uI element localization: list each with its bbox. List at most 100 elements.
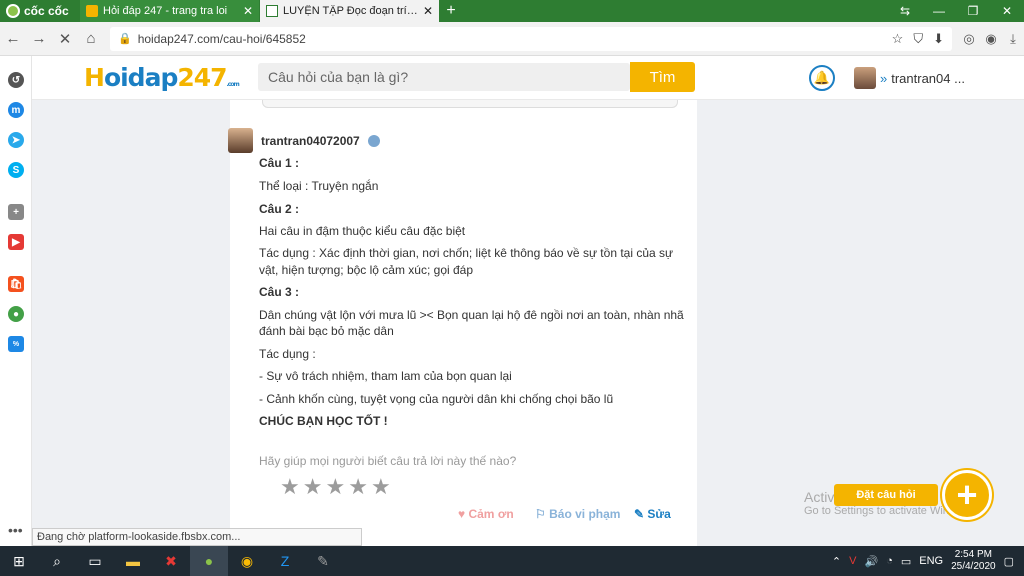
page-favicon-icon <box>266 5 278 17</box>
star-icon[interactable]: ★ <box>371 476 391 498</box>
tab-luyen-tap[interactable]: LUYỆN TẬP Đọc đoạn trích sa ✕ <box>260 0 440 22</box>
previous-comment-box <box>262 100 678 108</box>
home-icon[interactable]: ⌂ <box>78 30 104 47</box>
coccoc-icon[interactable]: ● <box>8 306 24 322</box>
answer-line: Dân chúng vật lộn với mưa lũ >< Bọn quan… <box>259 308 684 322</box>
download-site-icon[interactable]: ⬇ <box>933 31 944 47</box>
notification-bell-icon[interactable]: 🔔 <box>809 65 835 91</box>
chevron-up-icon[interactable]: ⌃ <box>832 555 841 568</box>
back-icon[interactable]: ← <box>0 30 26 47</box>
app-icon[interactable]: ✖ <box>152 546 190 576</box>
search-input[interactable]: Câu hỏi của bạn là gì? <box>258 63 630 91</box>
volume-icon[interactable]: 🔊 <box>864 555 878 568</box>
chrome-icon[interactable]: ◉ <box>228 546 266 576</box>
coccoc-menu-button[interactable]: cốc cốc <box>0 0 80 22</box>
coccoc-logo-icon <box>6 4 20 18</box>
shopping-icon[interactable]: 🛍 <box>8 276 24 292</box>
url-field[interactable]: 🔒 hoidap247.com/cau-hoi/645852 ☆ ⛉ ⬇ <box>110 26 952 51</box>
avatar <box>854 67 876 89</box>
paint-icon[interactable]: ✎ <box>304 546 342 576</box>
new-tab-button[interactable]: + <box>440 0 462 22</box>
site-logo[interactable]: Hoidap247.com <box>84 63 240 92</box>
star-icon[interactable]: ★ <box>303 476 323 498</box>
search-button[interactable]: Tìm <box>630 62 695 92</box>
minimize-icon[interactable]: — <box>922 0 956 22</box>
report-button[interactable]: ⚐ Báo vi phạm <box>535 507 620 521</box>
browser-brand: cốc cốc <box>24 4 69 18</box>
search-icon[interactable]: ⌕ <box>38 546 76 576</box>
answer-line: vật, hiện tượng; bộc lộ cảm xúc; gọi đáp <box>259 263 474 277</box>
more-icon[interactable]: ••• <box>8 522 23 538</box>
youtube-icon[interactable]: ▶ <box>8 234 24 250</box>
answer-line: Hai câu in đậm thuộc kiểu câu đặc biệt <box>259 224 466 238</box>
answer-line: Thể loại : Truyện ngắn <box>259 179 379 193</box>
telegram-icon[interactable]: ➤ <box>8 132 24 148</box>
skype-icon[interactable]: S <box>8 162 24 178</box>
downloads-icon[interactable]: ⤓ <box>1002 31 1024 47</box>
clock[interactable]: 2:54 PM 25/4/2020 <box>951 549 996 573</box>
extension-icon[interactable]: ◎ <box>958 31 980 47</box>
flag-icon: ⚐ <box>535 507 546 521</box>
tab-list-icon[interactable]: ⇆ <box>888 0 922 22</box>
input-language[interactable]: ENG <box>919 555 943 567</box>
heart-icon: ♥ <box>458 507 466 521</box>
file-explorer-icon[interactable]: ▬ <box>114 546 152 576</box>
bookmark-star-icon[interactable]: ☆ <box>892 31 904 47</box>
answer-line: CHÚC BẠN HỌC TỐT ! <box>259 414 388 428</box>
stop-loading-icon[interactable]: ✕ <box>52 30 78 48</box>
notifications-icon[interactable]: ▢ <box>1004 555 1014 568</box>
author-name[interactable]: trantran04072007 <box>261 134 360 148</box>
answer-line: đánh bài bạc bỏ mặc dân <box>259 324 394 338</box>
shield-icon[interactable]: ⛉ <box>913 31 923 47</box>
answer-line: - Cảnh khốn cùng, tuyệt vọng của người d… <box>259 392 614 406</box>
lock-icon: 🔒 <box>118 33 132 45</box>
avatar[interactable] <box>228 128 253 153</box>
hoidap-favicon-icon <box>86 5 98 17</box>
forward-icon[interactable]: → <box>26 30 52 47</box>
ask-question-button[interactable]: + <box>942 470 992 520</box>
windows-taskbar: ⊞ ⌕ ▭ ▬ ✖ ● ◉ Z ✎ ⌃ V 🔊 ◔ ▭ ENG 2:54 PM … <box>0 546 1024 576</box>
url-text: hoidap247.com/cau-hoi/645852 <box>137 31 306 46</box>
search-placeholder: Câu hỏi của bạn là gì? <box>268 69 409 85</box>
star-icon[interactable]: ★ <box>325 476 345 498</box>
star-icon[interactable]: ★ <box>348 476 368 498</box>
site-header: Hoidap247.com Câu hỏi của bạn là gì? Tìm… <box>32 56 1024 100</box>
close-tab-icon[interactable]: ✕ <box>423 4 433 18</box>
browser-status-bar: Đang chờ platform-lookaside.fbsbx.com... <box>32 528 362 546</box>
answer-author: trantran04072007 <box>228 128 380 153</box>
close-window-icon[interactable]: ✕ <box>990 0 1024 22</box>
answer-line: Tác dụng : Xác định thời gian, nơi chốn;… <box>259 246 674 260</box>
tab-hoidap[interactable]: Hỏi đáp 247 - trang tra loi ✕ <box>80 0 260 22</box>
coccoc-taskbar-icon[interactable]: ● <box>190 546 228 576</box>
tab-title: LUYỆN TẬP Đọc đoạn trích sa <box>283 5 418 17</box>
task-view-icon[interactable]: ▭ <box>76 546 114 576</box>
rating-stars[interactable]: ★ ★ ★ ★ ★ <box>280 476 391 498</box>
windows-start-icon[interactable]: ⊞ <box>0 546 38 576</box>
discount-icon[interactable]: % <box>8 336 24 352</box>
username: trantran04 ... <box>891 70 965 86</box>
messenger-icon[interactable]: m <box>8 102 24 118</box>
extension-icon-2[interactable]: ◉ <box>980 31 1002 47</box>
edit-button[interactable]: ✎ Sửa <box>634 507 671 521</box>
answer-line: Câu 3 : <box>259 285 300 299</box>
star-icon[interactable]: ★ <box>280 476 300 498</box>
battery-icon[interactable]: ▭ <box>901 555 911 568</box>
rank-badge-icon <box>367 134 380 147</box>
restore-icon[interactable]: ❐ <box>956 0 990 22</box>
user-menu[interactable]: » trantran04 ... <box>854 67 965 89</box>
tab-title: Hỏi đáp 247 - trang tra loi <box>103 5 228 17</box>
plus-icon: + <box>956 474 978 515</box>
add-shortcut-icon[interactable]: + <box>8 204 24 220</box>
window-controls: ⇆ — ❐ ✕ <box>888 0 1024 22</box>
network-icon[interactable]: ◔ <box>886 555 893 567</box>
zalo-icon[interactable]: Z <box>266 546 304 576</box>
thanks-button[interactable]: ♥ Cảm ơn <box>458 507 514 521</box>
history-icon[interactable]: ↺ <box>8 72 24 88</box>
system-tray: ⌃ V 🔊 ◔ ▭ ENG 2:54 PM 25/4/2020 ▢ <box>832 549 1024 573</box>
antivirus-icon[interactable]: V <box>849 555 856 567</box>
close-tab-icon[interactable]: ✕ <box>243 4 253 18</box>
browser-tab-strip: cốc cốc Hỏi đáp 247 - trang tra loi ✕ LU… <box>0 0 1024 22</box>
address-bar: ← → ✕ ⌂ 🔒 hoidap247.com/cau-hoi/645852 ☆… <box>0 22 1024 56</box>
ask-question-label[interactable]: Đặt câu hỏi <box>834 484 938 506</box>
rating-prompt: Hãy giúp mọi người biết câu trả lời này … <box>259 454 517 468</box>
